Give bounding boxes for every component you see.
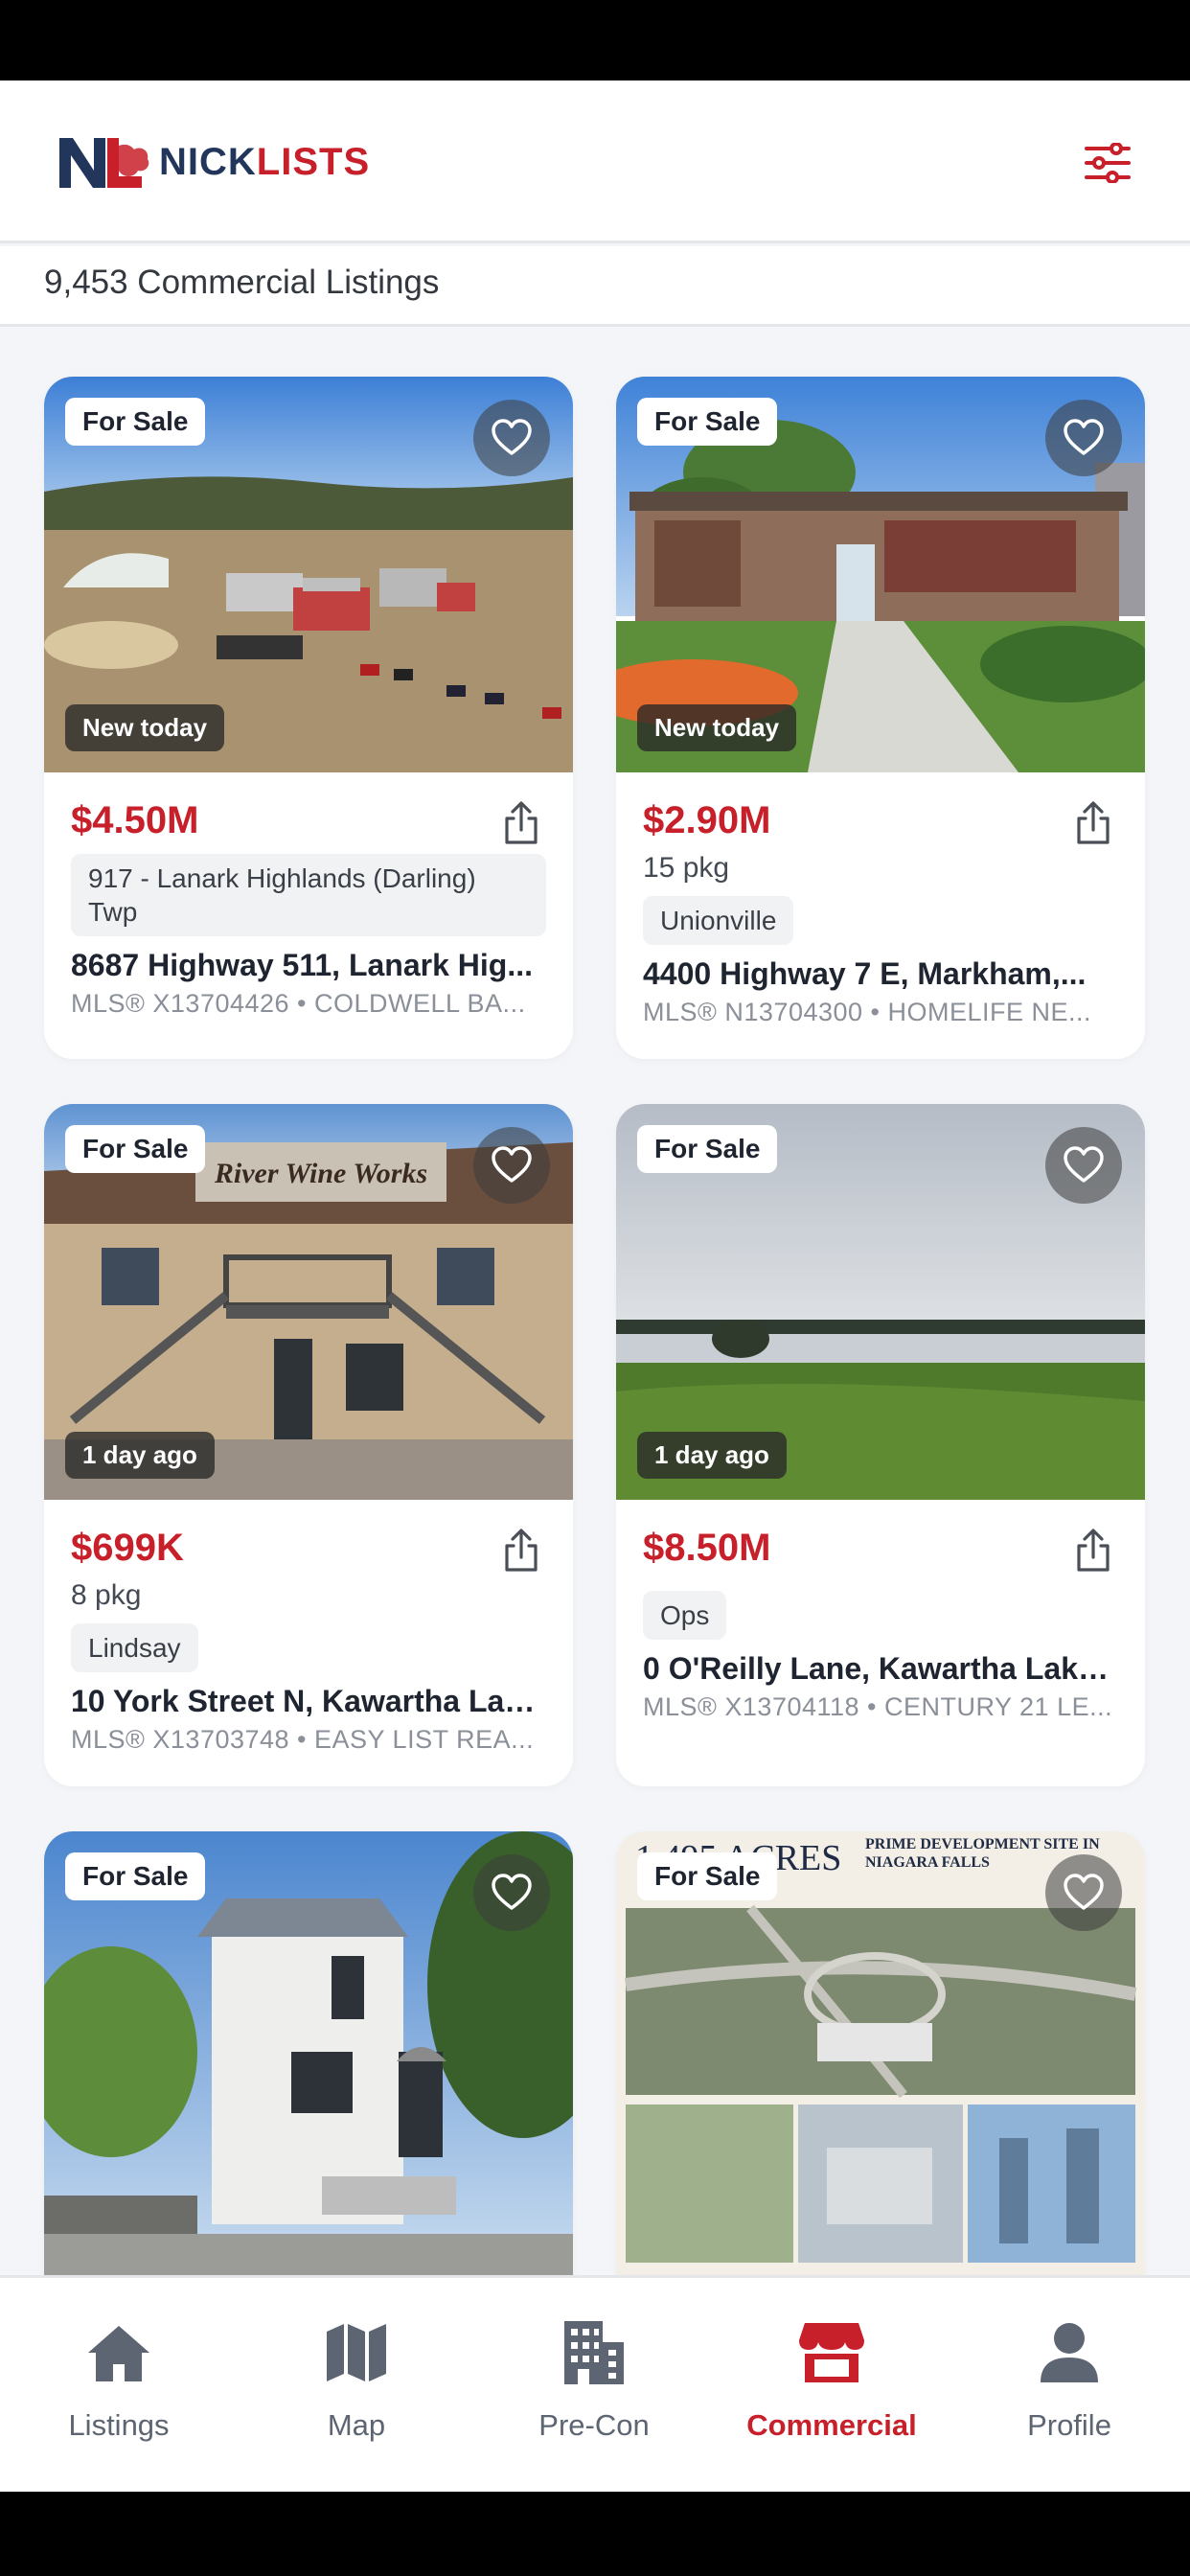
listing-age-badge: New today	[65, 704, 225, 751]
share-button[interactable]	[1074, 801, 1112, 845]
share-button[interactable]	[502, 801, 540, 845]
brand-name: NICKLISTS	[159, 140, 371, 183]
share-icon	[505, 1529, 538, 1572]
tab-listings[interactable]: Listings	[0, 2278, 238, 2492]
store-icon	[793, 2318, 870, 2387]
status-bar	[0, 0, 1190, 80]
listing-photo[interactable]: For Sale 1 day ago	[616, 1104, 1145, 1500]
listing-price: $4.50M	[71, 799, 199, 841]
share-button[interactable]	[1074, 1529, 1112, 1573]
user-icon	[1031, 2318, 1108, 2387]
status-badge: For Sale	[65, 1852, 206, 1900]
listing-details: $8.50M Ops 0 O'Reilly Lane, Kawartha Lak…	[616, 1500, 1145, 1747]
area-chip: Lindsay	[71, 1623, 198, 1672]
store-sign: River Wine Works	[214, 1158, 427, 1189]
brand-logo[interactable]: NICKLISTS	[56, 132, 370, 192]
listing-count: 9,453 Commercial Listings	[44, 264, 440, 301]
listing-age-badge: New today	[637, 704, 797, 751]
share-button[interactable]	[502, 1529, 540, 1573]
share-icon	[1077, 801, 1110, 844]
area-chip: 917 - Lanark Highlands (Darling) Twp	[71, 854, 546, 936]
bottom-tab-bar: Listings Map Pre-Con Commercial Profile	[0, 2275, 1190, 2492]
tab-map[interactable]: Map	[238, 2278, 475, 2492]
favorite-button[interactable]	[473, 400, 550, 476]
listing-age-badge: 1 day ago	[65, 1432, 215, 1479]
heart-icon	[1064, 419, 1104, 455]
heart-icon	[492, 1874, 532, 1910]
area-chip: Unionville	[643, 896, 794, 945]
listing-address: 4400 Highway 7 E, Markham,...	[643, 956, 1087, 991]
share-icon	[505, 801, 538, 844]
listing-photo[interactable]: For Sale New today	[616, 377, 1145, 772]
status-badge: For Sale	[637, 1852, 778, 1900]
listing-photo[interactable]: For Sale	[44, 1831, 573, 2275]
listing-count-bar: 9,453 Commercial Listings	[0, 246, 1190, 327]
tab-label: Pre-Con	[538, 2408, 650, 2442]
listing-photo[interactable]: 1,495 ACRES PRIME DEVELOPMENT SITE IN NI…	[616, 1831, 1145, 2275]
listing-card[interactable]: For Sale 1 day ago $8.50M Ops 0 O'Reilly…	[616, 1104, 1145, 1786]
listing-details: $699K 8 pkg Lindsay 10 York Street N, Ka…	[44, 1500, 573, 1780]
tab-pre-con[interactable]: Pre-Con	[475, 2278, 713, 2492]
tab-label: Listings	[68, 2408, 170, 2442]
listing-mls: MLS® N13704300 • HOMELIFE NE...	[643, 998, 1092, 1026]
sliders-icon	[1085, 143, 1131, 183]
home-indicator-area	[0, 2492, 1190, 2576]
logo-mark-icon	[56, 132, 155, 192]
listing-mls: MLS® X13703748 • EASY LIST REA...	[71, 1725, 535, 1754]
heart-icon	[1064, 1874, 1104, 1910]
share-icon	[1077, 1529, 1110, 1572]
listing-card[interactable]: For Sale New today $4.50M 917 - Lanark H…	[44, 377, 573, 1059]
tab-label: Map	[327, 2408, 386, 2442]
app-screen: NICKLISTS 9,453 Commercial Listings For …	[0, 80, 1190, 2492]
tab-label: Profile	[1027, 2408, 1111, 2442]
listing-mls: MLS® X13704426 • COLDWELL BA...	[71, 989, 526, 1018]
listing-card[interactable]: River Wine Works For Sale 1 day ago $699…	[44, 1104, 573, 1786]
status-badge: For Sale	[637, 1125, 778, 1173]
parking-count: 8 pkg	[71, 1579, 142, 1611]
listing-address: 8687 Highway 511, Lanark Hig...	[71, 948, 533, 982]
favorite-button[interactable]	[1045, 1854, 1122, 1931]
parking-count: 15 pkg	[643, 852, 730, 884]
listing-age-badge: 1 day ago	[637, 1432, 787, 1479]
status-badge: For Sale	[637, 398, 778, 446]
heart-icon	[492, 1146, 532, 1183]
area-chip: Ops	[643, 1591, 727, 1640]
listing-mls: MLS® X13704118 • CENTURY 21 LE...	[643, 1692, 1113, 1721]
listing-address: 0 O'Reilly Lane, Kawartha Lake...	[643, 1651, 1118, 1686]
tab-profile[interactable]: Profile	[950, 2278, 1188, 2492]
heart-icon	[492, 419, 532, 455]
listing-card[interactable]: For Sale	[44, 1831, 573, 2275]
listing-card[interactable]: 1,495 ACRES PRIME DEVELOPMENT SITE IN NI…	[616, 1831, 1145, 2275]
favorite-button[interactable]	[473, 1854, 550, 1931]
listing-price: $2.90M	[643, 799, 771, 841]
listing-address: 10 York Street N, Kawartha Lak...	[71, 1684, 546, 1718]
listing-card[interactable]: For Sale New today $2.90M 15 pkg Unionvi…	[616, 377, 1145, 1059]
tab-commercial[interactable]: Commercial	[713, 2278, 950, 2492]
listing-price: $8.50M	[643, 1527, 771, 1569]
favorite-button[interactable]	[473, 1127, 550, 1204]
listing-details: $4.50M 917 - Lanark Highlands (Darling) …	[44, 772, 573, 1044]
status-badge: For Sale	[65, 398, 206, 446]
favorite-button[interactable]	[1045, 400, 1122, 476]
listing-details: $2.90M 15 pkg Unionville 4400 Highway 7 …	[616, 772, 1145, 1052]
status-badge: For Sale	[65, 1125, 206, 1173]
favorite-button[interactable]	[1045, 1127, 1122, 1204]
home-icon	[80, 2318, 157, 2387]
building-icon	[556, 2318, 632, 2387]
app-header: NICKLISTS	[0, 80, 1190, 243]
filter-settings-button[interactable]	[1077, 136, 1138, 190]
heart-icon	[1064, 1146, 1104, 1183]
tab-label: Commercial	[746, 2408, 917, 2442]
listing-photo[interactable]: For Sale New today	[44, 377, 573, 772]
listing-price: $699K	[71, 1527, 184, 1569]
listing-photo[interactable]: River Wine Works For Sale 1 day ago	[44, 1104, 573, 1500]
map-icon	[318, 2318, 395, 2387]
